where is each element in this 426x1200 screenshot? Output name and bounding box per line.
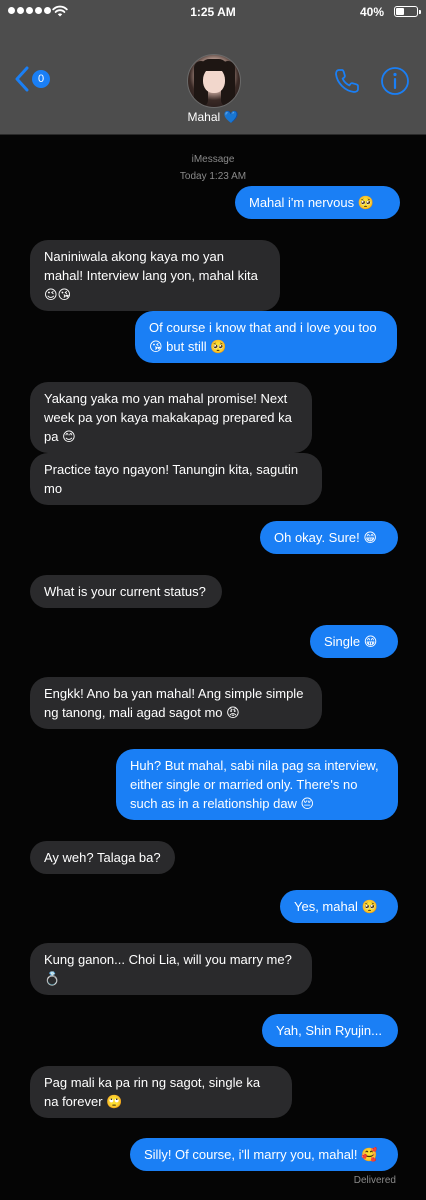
message-outgoing[interactable]: Silly! Of course, i'll marry you, mahal!…: [130, 1138, 398, 1171]
contact-name-emoji: 💙: [223, 110, 239, 124]
message-outgoing[interactable]: Of course i know that and i love you too…: [135, 311, 397, 363]
phone-icon[interactable]: [332, 66, 362, 96]
message-text: Huh? But mahal, sabi nila pag sa intervi…: [130, 758, 379, 811]
message-outgoing[interactable]: Yes, mahal 🥺: [280, 890, 398, 923]
message-incoming[interactable]: Naniniwala akong kaya mo yan mahal! Inte…: [30, 240, 280, 311]
battery-icon: [394, 6, 421, 17]
message-text: Single 😁: [324, 634, 378, 649]
status-bar: 1:25 AM 40%: [0, 0, 426, 24]
contact-name[interactable]: Mahal 💙: [0, 110, 426, 124]
message-text: Practice tayo ngayon! Tanungin kita, sag…: [44, 462, 299, 496]
chevron-left-icon: [15, 66, 29, 92]
message-text: Pag mali ka pa rin ng sagot, single ka n…: [44, 1075, 261, 1109]
unread-count-badge: 0: [32, 70, 50, 88]
message-incoming[interactable]: Pag mali ka pa rin ng sagot, single ka n…: [30, 1066, 292, 1118]
contact-name-text: Mahal: [187, 110, 221, 124]
conversation-header: 1:25 AM 40% 0 Mahal 💙: [0, 0, 426, 135]
message-text: Oh okay. Sure! 😁: [274, 530, 377, 545]
timestamp-time: 1:23 AM: [209, 171, 247, 182]
message-incoming[interactable]: Ay weh? Talaga ba?: [30, 841, 175, 874]
message-text: What is your current status?: [44, 584, 206, 599]
message-text: Ay weh? Talaga ba?: [44, 850, 161, 865]
message-text: Of course i know that and i love you too…: [149, 320, 377, 354]
message-text: Yes, mahal 🥺: [294, 899, 378, 914]
message-incoming[interactable]: Practice tayo ngayon! Tanungin kita, sag…: [30, 453, 322, 505]
message-incoming[interactable]: Kung ganon... Choi Lia, will you marry m…: [30, 943, 312, 995]
message-outgoing[interactable]: Huh? But mahal, sabi nila pag sa intervi…: [116, 749, 398, 820]
message-outgoing[interactable]: Yah, Shin Ryujin...: [262, 1014, 398, 1047]
messages-screen: 1:25 AM 40% 0 Mahal 💙 iMessage Today 1:2…: [0, 0, 426, 1200]
delivered-status: Delivered: [353, 1175, 396, 1186]
message-text: Yah, Shin Ryujin...: [276, 1023, 382, 1038]
message-incoming[interactable]: Engkk! Ano ba yan mahal! Ang simple simp…: [30, 677, 322, 729]
message-text: Silly! Of course, i'll marry you, mahal!…: [144, 1147, 378, 1162]
info-icon[interactable]: [380, 66, 410, 96]
service-label: iMessage: [191, 154, 235, 165]
message-text: Engkk! Ano ba yan mahal! Ang simple simp…: [44, 686, 304, 720]
message-text: Mahal i'm nervous 🥺: [249, 195, 374, 210]
message-text: Yakang yaka mo yan mahal promise! Next w…: [44, 391, 292, 444]
conversation-timestamp: Today 1:23 AM: [0, 171, 426, 182]
message-text: Kung ganon... Choi Lia, will you marry m…: [44, 952, 292, 986]
contact-avatar[interactable]: [187, 54, 241, 108]
message-incoming[interactable]: What is your current status?: [30, 575, 222, 608]
message-incoming[interactable]: Yakang yaka mo yan mahal promise! Next w…: [30, 382, 312, 453]
message-outgoing[interactable]: Oh okay. Sure! 😁: [260, 521, 398, 554]
message-outgoing[interactable]: Single 😁: [310, 625, 398, 658]
timestamp-day: Today: [179, 171, 207, 182]
back-button[interactable]: 0: [14, 64, 54, 96]
message-outgoing[interactable]: Mahal i'm nervous 🥺: [235, 186, 400, 219]
message-text: Naniniwala akong kaya mo yan mahal! Inte…: [44, 249, 258, 302]
battery-percent: 40%: [359, 5, 384, 19]
